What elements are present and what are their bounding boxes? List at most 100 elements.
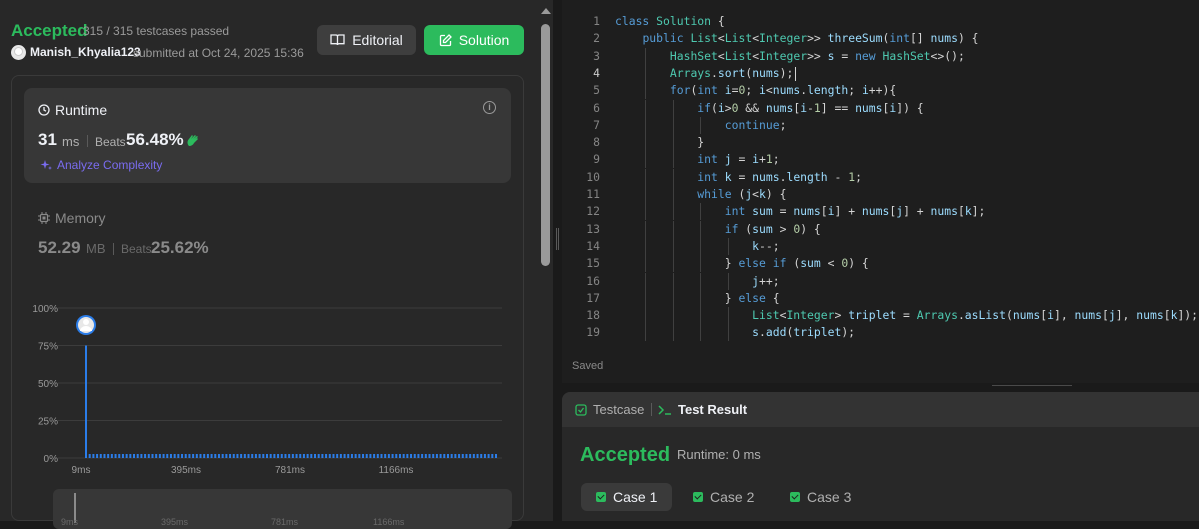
line-number: 16 xyxy=(586,273,600,288)
solution-button[interactable]: Solution xyxy=(424,25,524,55)
case-tab-1[interactable]: Case 1 xyxy=(581,483,673,511)
tab-test-result-label: Test Result xyxy=(678,402,748,417)
code-text: class Solution { xyxy=(615,14,725,28)
indent-guide xyxy=(700,272,702,290)
code-line[interactable]: 2 public List<List<Integer>> threeSum(in… xyxy=(562,30,1199,47)
indent-guide xyxy=(645,255,647,273)
chart-bar xyxy=(277,454,280,458)
indent-guide xyxy=(672,203,674,221)
code-line[interactable]: 16 j++; xyxy=(562,272,1199,290)
runtime-distribution-chart[interactable]: 100% 75% 50% 25% 0% 9ms 395ms 781ms 1166ms xyxy=(24,297,514,482)
chart-bar xyxy=(376,454,379,458)
indent-guide xyxy=(700,255,702,273)
code-line[interactable]: 10 int k = nums.length - 1; xyxy=(562,168,1199,186)
code-line[interactable]: 9 int j = i+1; xyxy=(562,151,1199,169)
clapping-hands-icon xyxy=(186,133,201,150)
chart-bar xyxy=(110,454,113,458)
vertical-resize-handle[interactable] xyxy=(553,0,562,521)
indent-guide xyxy=(672,272,674,290)
code-text: int k = nums.length - 1; xyxy=(697,169,862,184)
code-line[interactable]: 4 Arrays.sort(nums); xyxy=(562,64,1199,82)
code-text: int j = i+1; xyxy=(697,152,780,167)
code-line[interactable]: 3 HashSet<List<Integer>> s = new HashSet… xyxy=(562,47,1199,65)
horizontal-resize-handle[interactable] xyxy=(562,383,1199,392)
x-tick-label: 781ms xyxy=(275,465,305,476)
code-line[interactable]: 15 } else if (sum < 0) { xyxy=(562,255,1199,273)
chart-bar xyxy=(343,454,346,458)
scrollbar-thumb[interactable] xyxy=(541,24,550,266)
chart-bar xyxy=(284,454,287,458)
code-line[interactable]: 6 if(i>0 && nums[i-1] == nums[i]) { xyxy=(562,99,1199,117)
chart-bar xyxy=(458,454,461,458)
indent-guide xyxy=(672,237,674,255)
chart-bar xyxy=(446,454,449,458)
indent-guide xyxy=(645,47,647,65)
tab-testcase[interactable]: Testcase xyxy=(575,402,644,417)
code-line[interactable]: 11 while (j<k) { xyxy=(562,186,1199,203)
tab-test-result[interactable]: Test Result xyxy=(658,402,747,417)
code-lines[interactable]: 1 class Solution {2 public List<List<Inte… xyxy=(562,13,1199,343)
indent-guide xyxy=(672,151,674,169)
chart-bar xyxy=(147,454,150,458)
case-tab-2[interactable]: Case 2 xyxy=(678,483,769,511)
code-text: HashSet<List<Integer>> s = new HashSet<>… xyxy=(669,48,965,63)
code-text: k--; xyxy=(752,238,780,253)
code-line[interactable]: 19 s.add(triplet); xyxy=(562,324,1199,342)
chart-bar xyxy=(380,454,383,458)
submission-status: Accepted xyxy=(11,21,88,40)
chart-bar xyxy=(192,454,195,458)
code-text: while (j<k) { xyxy=(697,187,787,201)
editorial-button[interactable]: Editorial xyxy=(317,25,416,55)
indent-guide xyxy=(645,116,647,134)
indent-guide xyxy=(700,324,702,342)
user-avatar[interactable] xyxy=(11,45,26,60)
memory-separator xyxy=(113,243,114,255)
code-line[interactable]: 1 class Solution { xyxy=(562,13,1199,30)
chart-range-brush[interactable]: 9ms 395ms 781ms 1166ms xyxy=(53,489,512,529)
chart-bar xyxy=(251,454,254,458)
code-line[interactable]: 17 } else { xyxy=(562,289,1199,307)
y-tick-label: 50% xyxy=(38,379,58,390)
editorial-label: Editorial xyxy=(352,32,403,48)
code-line[interactable]: 13 if (sum > 0) { xyxy=(562,220,1199,238)
chart-bar xyxy=(103,454,106,458)
chart-bar xyxy=(350,454,353,458)
line-number: 14 xyxy=(586,238,600,253)
runtime-beats-value: 56.48% xyxy=(126,130,184,149)
code-line[interactable]: 12 int sum = nums[i] + nums[j] + nums[k]… xyxy=(562,203,1199,221)
check-icon xyxy=(693,492,703,502)
book-icon xyxy=(330,34,345,46)
y-tick-label: 100% xyxy=(32,304,58,315)
chart-bar xyxy=(487,454,490,458)
chart-bar xyxy=(339,454,342,458)
line-number: 18 xyxy=(586,308,600,323)
code-line[interactable]: 5 for(int i=0; i<nums.length; i++){ xyxy=(562,82,1199,100)
memory-title[interactable]: Memory xyxy=(38,210,106,226)
code-line[interactable]: 18 List<Integer> triplet = Arrays.asList… xyxy=(562,307,1199,325)
code-line[interactable]: 7 continue; xyxy=(562,116,1199,134)
runtime-title-label: Runtime xyxy=(55,102,108,118)
chart-bar xyxy=(288,454,291,458)
chart-bar xyxy=(188,454,191,458)
testcases-passed: 315 / 315 testcases passed xyxy=(83,24,230,38)
username-link[interactable]: Manish_Khyalia123 xyxy=(30,45,141,59)
chart-bar xyxy=(269,454,272,458)
scroll-up-arrow-icon[interactable] xyxy=(541,8,551,14)
chart-bar xyxy=(206,454,209,458)
chart-bar xyxy=(439,454,442,458)
info-icon[interactable]: i xyxy=(483,101,496,114)
indent-guide xyxy=(700,307,702,325)
code-line[interactable]: 14 k--; xyxy=(562,237,1199,255)
sparkle-icon xyxy=(40,159,52,170)
test-result-runtime: Runtime: 0 ms xyxy=(677,447,761,462)
indent-guide xyxy=(700,289,702,307)
line-number: 7 xyxy=(593,117,600,132)
analyze-complexity-link[interactable]: Analyze Complexity xyxy=(40,158,162,172)
chart-bar xyxy=(435,454,438,458)
chart-bar xyxy=(321,454,324,458)
line-number: 15 xyxy=(586,256,600,271)
case-tab-3[interactable]: Case 3 xyxy=(775,483,866,511)
tab-separator xyxy=(651,403,652,416)
code-line[interactable]: 8 } xyxy=(562,134,1199,152)
indent-guide xyxy=(645,99,647,117)
